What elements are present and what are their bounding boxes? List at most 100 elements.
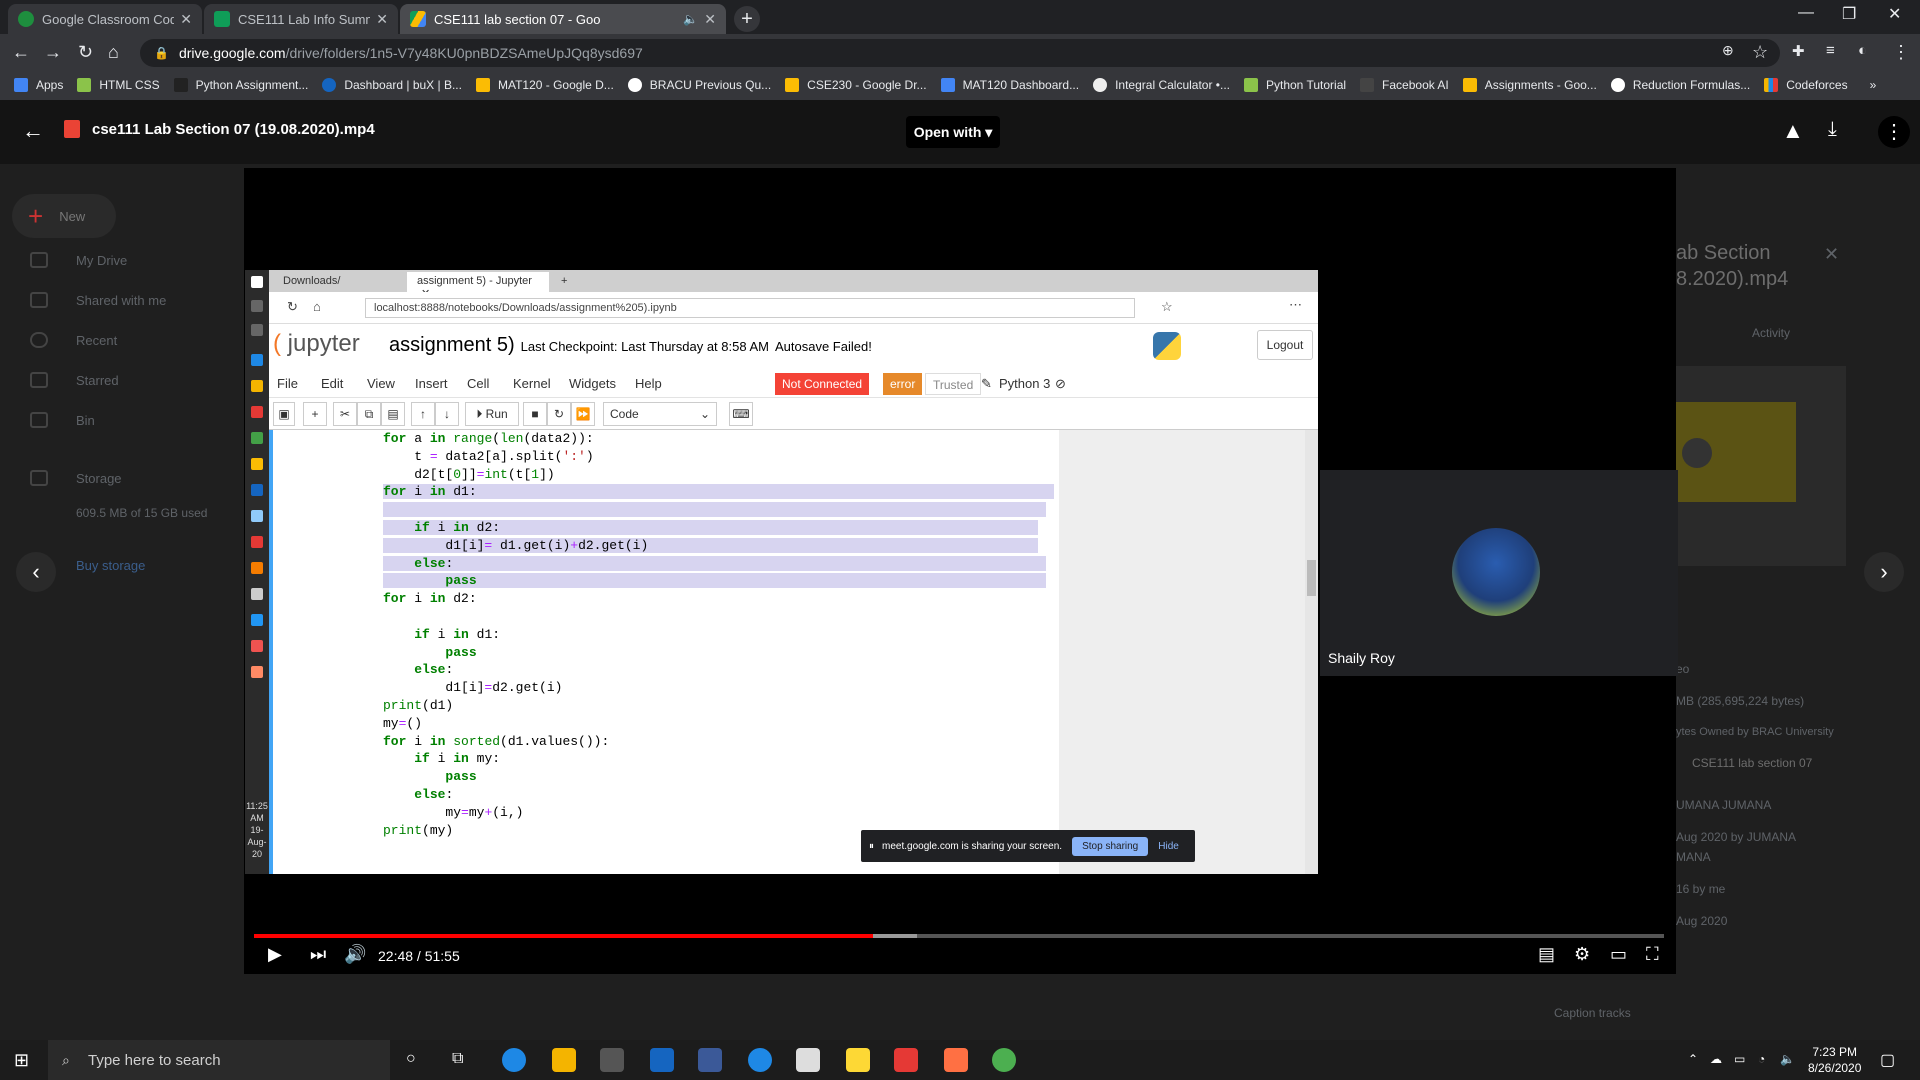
restart-run-all-icon[interactable]: ⏩ xyxy=(571,402,595,426)
not-connected-badge[interactable]: Not Connected xyxy=(775,373,870,395)
menu-widgets[interactable]: Widgets xyxy=(569,376,616,391)
sidebar-item-storage[interactable]: Storage xyxy=(30,470,122,486)
new-button[interactable]: + New xyxy=(12,194,116,238)
more-bookmarks-icon[interactable]: » xyxy=(1870,78,1877,92)
back-icon[interactable]: ← xyxy=(12,42,30,63)
minimize-icon[interactable]: — xyxy=(1798,4,1814,22)
bookmark[interactable]: Reduction Formulas... xyxy=(1610,78,1750,92)
cut-icon[interactable]: ✂ xyxy=(333,402,357,426)
address-bar[interactable]: 🔒 drive.google.com /drive/folders/1n5-V7… xyxy=(140,39,1780,67)
menu-insert[interactable]: Insert xyxy=(415,376,448,391)
stop-sharing-button[interactable]: Stop sharing xyxy=(1072,836,1149,856)
app-icon[interactable] xyxy=(944,1048,968,1072)
chrome-icon[interactable] xyxy=(992,1048,1016,1072)
mail-icon[interactable] xyxy=(650,1048,674,1072)
insert-cell-icon[interactable]: + xyxy=(303,402,327,426)
sidebar-item-recent[interactable]: Recent xyxy=(30,332,117,348)
sidebar-item-starred[interactable]: Starred xyxy=(30,372,119,388)
calculator-icon[interactable] xyxy=(796,1048,820,1072)
run-button[interactable]: ⏵ Run xyxy=(465,402,519,426)
play-icon[interactable]: ▶ xyxy=(268,944,282,965)
hide-button[interactable]: Hide xyxy=(1158,841,1179,852)
speaker-icon[interactable]: 🔈 xyxy=(1780,1052,1795,1066)
edge-icon[interactable] xyxy=(502,1048,526,1072)
bookmark[interactable]: MAT120 Dashboard... xyxy=(940,78,1079,92)
bookmark-apps[interactable]: Apps xyxy=(14,78,63,92)
browser-tab-sheet[interactable]: CSE111 Lab Info Summer 20 - Go ✕ xyxy=(204,4,398,34)
more-actions-icon[interactable]: ⋮ xyxy=(1878,116,1910,148)
notification-icon[interactable]: ▢ xyxy=(1880,1050,1895,1070)
close-icon[interactable]: ✕ xyxy=(704,11,716,28)
bookmark[interactable]: CSE230 - Google Dr... xyxy=(785,78,927,92)
trusted-badge[interactable]: Trusted xyxy=(925,373,982,395)
cell-type-select[interactable]: Code ⌄ xyxy=(603,402,717,426)
wifi-icon[interactable]: ◔ xyxy=(1758,1052,1765,1066)
forward-icon[interactable]: → xyxy=(44,42,62,63)
scrollbar-thumb[interactable] xyxy=(1307,560,1316,596)
battery-icon[interactable]: ▭ xyxy=(1734,1052,1745,1066)
save-icon[interactable]: ▣ xyxy=(273,402,295,426)
windows-start-icon[interactable]: ⊞ xyxy=(14,1050,29,1071)
new-tab-icon[interactable]: + xyxy=(551,272,577,292)
menu-icon[interactable]: ⋮ xyxy=(1892,42,1910,63)
window-close-icon[interactable]: ✕ xyxy=(1888,4,1901,24)
download-icon[interactable]: ⤓ xyxy=(1828,118,1837,141)
favorites-icon[interactable]: ☆ xyxy=(1161,299,1173,315)
activity-tab[interactable]: Activity xyxy=(1752,326,1790,340)
next-file-button[interactable]: › xyxy=(1864,552,1904,592)
error-badge[interactable]: error xyxy=(883,373,923,395)
reload-icon[interactable]: ↻ xyxy=(287,299,298,315)
cortana-icon[interactable]: ○ xyxy=(406,1050,416,1068)
menu-edit[interactable]: Edit xyxy=(321,376,343,391)
facebook-icon[interactable] xyxy=(698,1048,722,1072)
back-arrow-icon[interactable]: ← xyxy=(22,118,44,144)
bookmark[interactable]: BRACU Previous Qu... xyxy=(627,78,771,92)
menu-help[interactable]: Help xyxy=(635,376,662,391)
drag-handle-icon[interactable]: ⏸ xyxy=(869,841,874,852)
media-icon[interactable]: ≡ xyxy=(1826,42,1835,59)
more-icon[interactable]: ⋯ xyxy=(1289,297,1302,313)
star-icon[interactable]: ☆ xyxy=(1752,42,1768,63)
scrollbar[interactable] xyxy=(1305,430,1318,874)
open-with-button[interactable]: Open with ▾ xyxy=(906,116,1000,148)
audio-icon[interactable]: 🔈 xyxy=(683,12,698,26)
miniplayer-icon[interactable]: ▭ xyxy=(1610,944,1627,965)
volume-icon[interactable]: 🔊 xyxy=(344,944,366,965)
app-icon[interactable] xyxy=(894,1048,918,1072)
subtitles-icon[interactable]: ▤ xyxy=(1538,944,1555,965)
new-tab-button[interactable]: + xyxy=(734,6,760,32)
move-up-icon[interactable]: ↑ xyxy=(411,402,435,426)
menu-view[interactable]: View xyxy=(367,376,395,391)
home-icon[interactable]: ⌂ xyxy=(313,299,321,314)
install-icon[interactable]: ⊕ xyxy=(1722,42,1734,59)
taskbar-search[interactable]: ⌕ Type here to search xyxy=(48,1040,390,1080)
bookmark[interactable]: Integral Calculator •... xyxy=(1093,78,1230,92)
app-icon[interactable] xyxy=(846,1048,870,1072)
previous-file-button[interactable]: ‹ xyxy=(16,552,56,592)
copy-icon[interactable]: ⧉ xyxy=(357,402,381,426)
bookmark[interactable]: MAT120 - Google D... xyxy=(475,78,614,92)
progress-bar[interactable] xyxy=(254,934,1664,938)
tray-chevron-icon[interactable]: ⌃ xyxy=(1688,1052,1698,1066)
extensions-icon[interactable]: ✚ xyxy=(1792,42,1805,60)
menu-file[interactable]: File xyxy=(277,376,298,391)
taskbar-clock[interactable]: 7:23 PM 8/26/2020 xyxy=(1808,1044,1861,1076)
bookmark[interactable]: HTML CSS xyxy=(77,78,160,92)
paste-icon[interactable]: ▤ xyxy=(381,402,405,426)
next-icon[interactable]: ⏭ xyxy=(310,944,326,965)
caption-tracks[interactable]: Caption tracks xyxy=(1554,1006,1631,1020)
profile-icon[interactable]: ◐ xyxy=(1858,42,1867,59)
code-editor[interactable]: for a in range(len(data2)): t = data2[a]… xyxy=(383,430,1073,839)
restart-icon[interactable]: ↻ xyxy=(547,402,571,426)
edge-tab-jupyter[interactable]: assignment 5) - Jupyter ✕ xyxy=(407,272,549,300)
bookmark[interactable]: Codeforces xyxy=(1764,78,1848,92)
close-icon[interactable]: ✕ xyxy=(180,11,192,28)
browser-tab-classroom[interactable]: Google Classroom Code | All Sec ✕ xyxy=(8,4,202,34)
move-down-icon[interactable]: ↓ xyxy=(435,402,459,426)
edge-url[interactable]: localhost:8888/notebooks/Downloads/assig… xyxy=(365,298,1135,318)
settings-icon[interactable]: ⚙ xyxy=(1574,944,1590,965)
bookmark[interactable]: Assignments - Goo... xyxy=(1462,78,1597,92)
stop-icon[interactable]: ■ xyxy=(523,402,547,426)
restore-icon[interactable]: ❐ xyxy=(1842,4,1856,24)
sidebar-item-shared[interactable]: Shared with me xyxy=(30,292,166,308)
